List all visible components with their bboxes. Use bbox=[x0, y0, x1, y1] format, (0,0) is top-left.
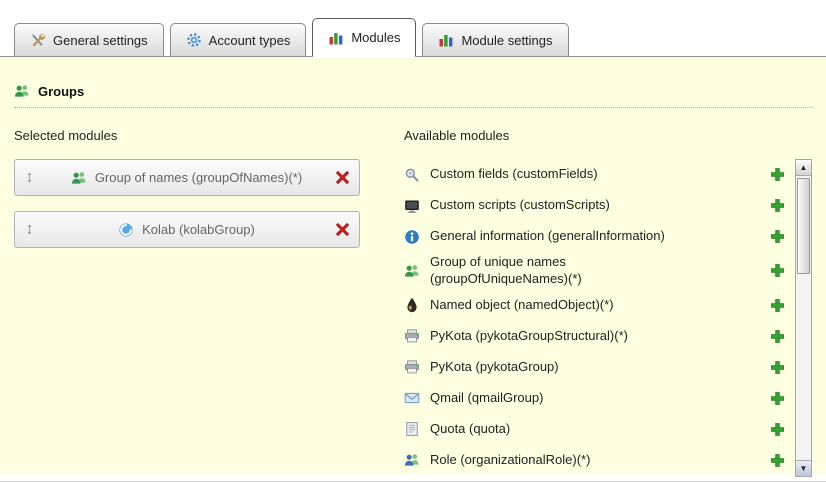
available-modules-list: Custom fields (customFields) Custom scri… bbox=[404, 159, 795, 477]
add-module-button[interactable] bbox=[770, 229, 785, 244]
add-module-button[interactable] bbox=[770, 263, 785, 278]
available-module-row: Role (organizationalRole)(*) bbox=[404, 445, 795, 476]
available-module-row: Named object (namedObject)(*) bbox=[404, 290, 795, 321]
tab-label: Modules bbox=[351, 30, 400, 45]
terminal-screen-icon bbox=[404, 198, 420, 214]
green-plus-icon bbox=[770, 329, 785, 344]
green-plus-icon bbox=[770, 198, 785, 213]
tab-label: Account types bbox=[209, 33, 291, 48]
module-label: Custom scripts (customScripts) bbox=[430, 197, 764, 214]
green-plus-icon bbox=[770, 391, 785, 406]
kolab-icon bbox=[118, 222, 134, 238]
selected-modules-column: Selected modules Group of names (groupOf… bbox=[14, 128, 390, 477]
green-plus-icon bbox=[770, 360, 785, 375]
printer-icon bbox=[404, 359, 420, 375]
tab-general-settings[interactable]: General settings bbox=[14, 23, 164, 56]
available-module-row: PyKota (pykotaGroupStructural)(*) bbox=[404, 321, 795, 352]
red-x-icon bbox=[335, 170, 350, 185]
group-icon bbox=[71, 170, 87, 186]
green-plus-icon bbox=[770, 167, 785, 182]
selected-modules-heading: Selected modules bbox=[14, 128, 390, 143]
info-icon bbox=[404, 229, 420, 245]
available-module-row: Custom fields (customFields) bbox=[404, 159, 795, 190]
scrollbar-down-button[interactable]: ▼ bbox=[796, 460, 811, 476]
mail-icon bbox=[404, 390, 420, 406]
drag-handle[interactable] bbox=[24, 224, 38, 235]
scrollbar-thumb[interactable] bbox=[797, 178, 810, 274]
modules-panel: Groups Selected modules Group of names (… bbox=[0, 57, 826, 474]
add-module-button[interactable] bbox=[770, 453, 785, 468]
printer-icon bbox=[404, 328, 420, 344]
modules-columns: Selected modules Group of names (groupOf… bbox=[0, 128, 826, 477]
wrench-screwdriver-icon bbox=[30, 32, 46, 48]
module-label: Role (organizationalRole)(*) bbox=[430, 452, 764, 469]
module-label: Named object (namedObject)(*) bbox=[430, 297, 764, 314]
section-title: Groups bbox=[38, 84, 84, 99]
tab-label: Module settings bbox=[461, 33, 552, 48]
selected-module-row: Kolab (kolabGroup) bbox=[14, 211, 360, 248]
tab-bar: General settings Account types Modules M… bbox=[0, 0, 826, 57]
available-module-row: Qmail (qmailGroup) bbox=[404, 383, 795, 414]
module-label: PyKota (pykotaGroup) bbox=[430, 359, 764, 376]
add-module-button[interactable] bbox=[770, 298, 785, 313]
green-plus-icon bbox=[770, 263, 785, 278]
group-icon bbox=[404, 263, 420, 279]
module-label: Group of names (groupOfNames)(*) bbox=[95, 170, 302, 185]
gear-icon bbox=[186, 32, 202, 48]
available-module-row: General information (generalInformation) bbox=[404, 221, 795, 252]
add-module-button[interactable] bbox=[770, 167, 785, 182]
module-label: Group of unique names (groupOfUniqueName… bbox=[430, 254, 764, 288]
modules-chart-icon bbox=[438, 32, 454, 48]
add-module-button[interactable] bbox=[770, 360, 785, 375]
module-label: General information (generalInformation) bbox=[430, 228, 764, 245]
tab-account-types[interactable]: Account types bbox=[170, 23, 307, 56]
add-module-button[interactable] bbox=[770, 422, 785, 437]
group-icon bbox=[14, 83, 30, 99]
module-label: PyKota (pykotaGroupStructural)(*) bbox=[430, 328, 764, 345]
add-module-button[interactable] bbox=[770, 329, 785, 344]
role-group-icon bbox=[404, 452, 420, 468]
green-plus-icon bbox=[770, 422, 785, 437]
available-module-row: Quota (quota) bbox=[404, 414, 795, 445]
modules-chart-icon bbox=[328, 30, 344, 46]
add-module-button[interactable] bbox=[770, 391, 785, 406]
document-icon bbox=[404, 421, 420, 437]
tab-label: General settings bbox=[53, 33, 148, 48]
selected-module-content: Kolab (kolabGroup) bbox=[38, 222, 335, 238]
selected-module-content: Group of names (groupOfNames)(*) bbox=[38, 170, 335, 186]
green-plus-icon bbox=[770, 229, 785, 244]
module-label: Kolab (kolabGroup) bbox=[142, 222, 255, 237]
red-x-icon bbox=[335, 222, 350, 237]
tab-modules[interactable]: Modules bbox=[312, 18, 416, 57]
green-plus-icon bbox=[770, 298, 785, 313]
app-window: General settings Account types Modules M… bbox=[0, 0, 826, 482]
section-heading-groups: Groups bbox=[14, 57, 812, 108]
up-down-arrow-icon bbox=[24, 172, 35, 183]
magnifier-icon bbox=[404, 167, 420, 183]
add-module-button[interactable] bbox=[770, 198, 785, 213]
droplet-icon bbox=[404, 297, 420, 313]
tab-module-settings[interactable]: Module settings bbox=[422, 23, 568, 56]
remove-module-button[interactable] bbox=[335, 170, 350, 185]
module-label: Custom fields (customFields) bbox=[430, 166, 764, 183]
green-plus-icon bbox=[770, 453, 785, 468]
up-down-arrow-icon bbox=[24, 224, 35, 235]
drag-handle[interactable] bbox=[24, 172, 38, 183]
module-label: Quota (quota) bbox=[430, 421, 764, 438]
vertical-scrollbar[interactable]: ▲ ▼ bbox=[795, 159, 812, 477]
selected-module-row: Group of names (groupOfNames)(*) bbox=[14, 159, 360, 196]
available-module-row: Group of unique names (groupOfUniqueName… bbox=[404, 252, 795, 290]
available-module-row: Custom scripts (customScripts) bbox=[404, 190, 795, 221]
available-modules-heading: Available modules bbox=[404, 128, 812, 143]
available-module-row: PyKota (pykotaGroup) bbox=[404, 352, 795, 383]
available-modules-column: Available modules Custom fields (customF… bbox=[404, 128, 812, 477]
scrollbar-up-button[interactable]: ▲ bbox=[796, 160, 811, 176]
remove-module-button[interactable] bbox=[335, 222, 350, 237]
module-label: Qmail (qmailGroup) bbox=[430, 390, 764, 407]
